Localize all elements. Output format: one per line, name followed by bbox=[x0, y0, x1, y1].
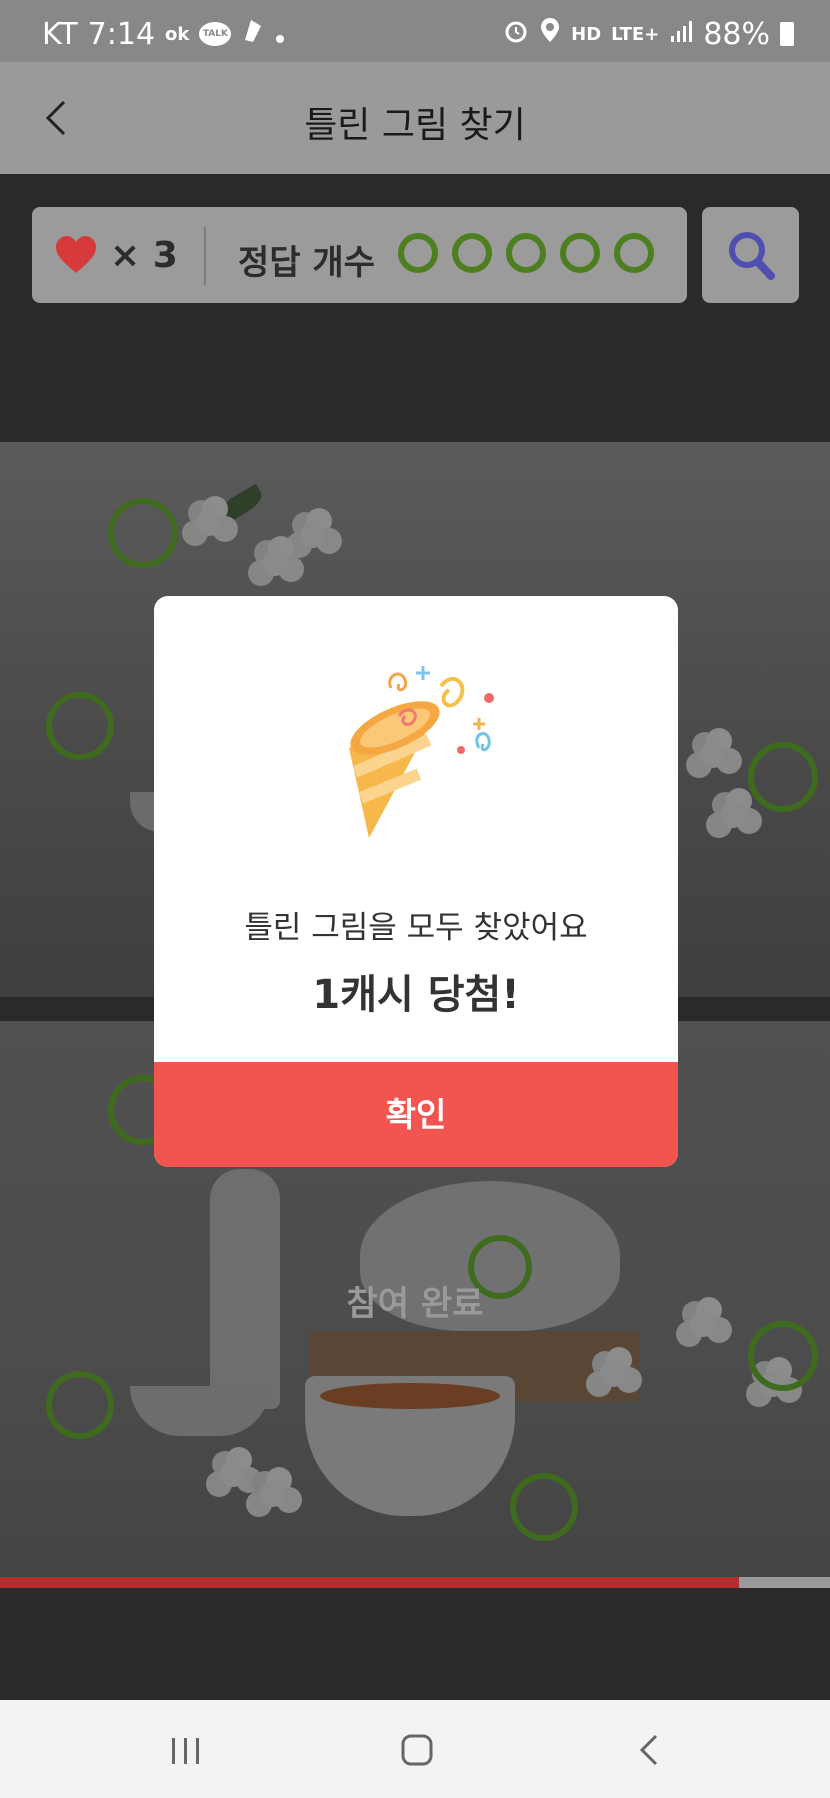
flower-decoration bbox=[720, 802, 746, 828]
lives-count: × 3 bbox=[110, 235, 178, 276]
found-difference-marker bbox=[748, 742, 818, 812]
system-navigation-bar bbox=[0, 1700, 830, 1798]
prize-text: 1캐시 당첨! bbox=[312, 972, 520, 1018]
answer-found-marker bbox=[560, 233, 600, 273]
flower-decoration bbox=[260, 1481, 286, 1507]
location-icon bbox=[539, 16, 561, 52]
answer-found-marker bbox=[506, 233, 546, 273]
found-difference-marker bbox=[46, 692, 114, 760]
flower-decoration bbox=[700, 742, 726, 768]
battery-percent: 88% bbox=[703, 16, 770, 52]
hint-search-button[interactable] bbox=[702, 207, 799, 303]
flower-decoration bbox=[220, 1461, 246, 1487]
status-bar: KT 7:14 ok TALK HD LTE+ 88% bbox=[0, 0, 830, 62]
tea-leaf-bowl bbox=[130, 1386, 270, 1436]
party-popper-icon bbox=[349, 666, 494, 838]
success-dialog: 틀린 그림을 모두 찾았어요 1캐시 당첨! 확인 bbox=[154, 596, 678, 1167]
network-type: LTE+ bbox=[611, 23, 660, 45]
answer-found-marker bbox=[398, 233, 438, 273]
home-icon[interactable] bbox=[397, 1730, 437, 1770]
signal-icon bbox=[669, 17, 693, 52]
success-message: 틀린 그림을 모두 찾았어요 bbox=[244, 910, 588, 946]
recent-apps-icon[interactable] bbox=[166, 1730, 206, 1770]
answer-count-label: 정답 개수 bbox=[238, 243, 375, 283]
app-header: 틀린 그림 찾기 bbox=[0, 62, 830, 174]
back-icon[interactable] bbox=[630, 1730, 670, 1770]
clock: 7:14 bbox=[87, 16, 156, 52]
alarm-icon bbox=[503, 17, 529, 52]
flower-decoration bbox=[300, 522, 326, 548]
kakaotalk-icon: TALK bbox=[199, 22, 232, 46]
time-progress-bar bbox=[0, 1577, 830, 1588]
more-notifications-icon bbox=[275, 17, 285, 52]
magnifier-icon bbox=[729, 232, 775, 280]
hd-voice-icon: HD bbox=[571, 23, 602, 45]
notification-app-icon bbox=[241, 16, 265, 52]
carrier-label: KT bbox=[42, 16, 78, 52]
answer-found-marker bbox=[614, 233, 654, 273]
game-status-bar: × 3 정답 개수 bbox=[32, 207, 687, 303]
found-difference-marker bbox=[108, 498, 178, 568]
found-difference-marker bbox=[748, 1321, 818, 1391]
tea-liquid bbox=[320, 1383, 500, 1409]
battery-icon bbox=[780, 22, 794, 46]
page-title: 틀린 그림 찾기 bbox=[304, 105, 526, 146]
participation-complete-label: 참여 완료 bbox=[346, 1284, 484, 1324]
flower-decoration bbox=[262, 550, 288, 576]
leaf-decoration bbox=[216, 483, 266, 525]
confirm-button[interactable]: 확인 bbox=[154, 1062, 678, 1167]
flower-decoration bbox=[600, 1361, 626, 1387]
ok-cashbag-icon: ok bbox=[165, 23, 190, 45]
heart-icon bbox=[56, 236, 96, 273]
found-difference-marker bbox=[46, 1371, 114, 1439]
answer-found-marker bbox=[452, 233, 492, 273]
found-difference-marker bbox=[510, 1473, 578, 1541]
time-progress-fill bbox=[0, 1577, 739, 1588]
answer-progress bbox=[398, 233, 654, 273]
divider bbox=[204, 227, 206, 285]
flower-decoration bbox=[196, 510, 222, 536]
